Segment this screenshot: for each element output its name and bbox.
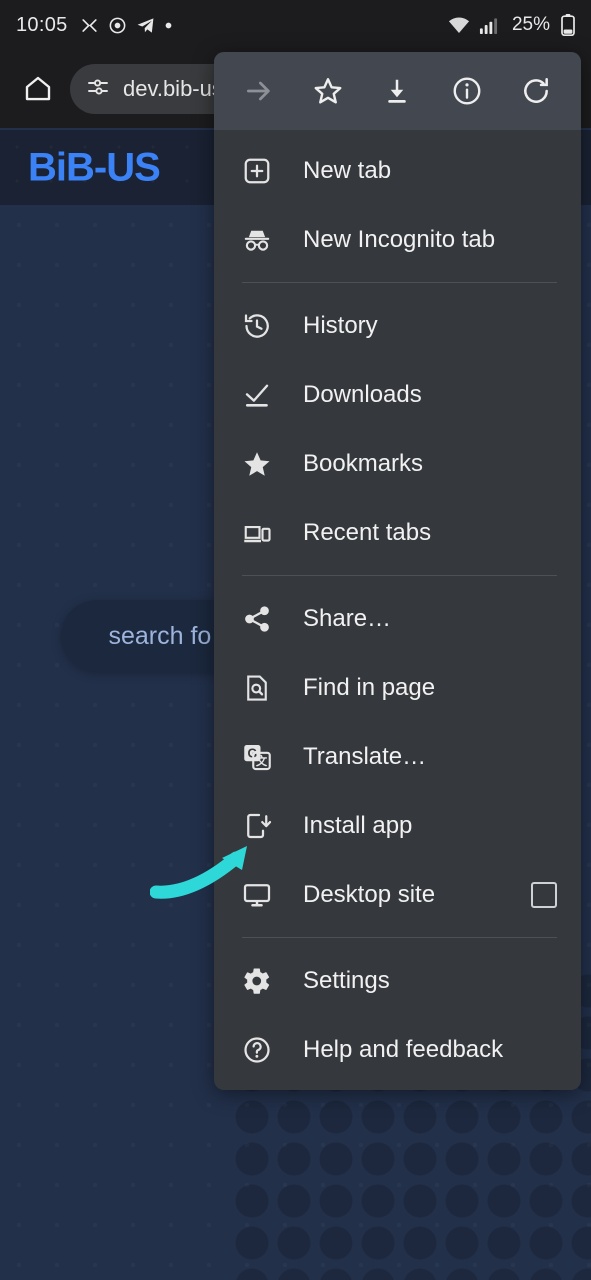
battery-icon [561, 14, 575, 36]
menu-item-bookmarks[interactable]: Bookmarks [214, 429, 581, 498]
url-text: dev.bib-us [123, 76, 223, 101]
menu-item-settings[interactable]: Settings [214, 946, 581, 1015]
status-bar: 10:05 25% [0, 0, 591, 50]
menu-item-label: Desktop site [303, 880, 436, 908]
bookmark-button[interactable] [302, 65, 354, 117]
menu-item-label: Find in page [303, 673, 436, 701]
wifi-icon [448, 16, 470, 35]
menu-item-recent-tabs[interactable]: Recent tabs [214, 498, 581, 567]
menu-item-label: Downloads [303, 380, 422, 408]
cellular-signal-icon [479, 16, 498, 35]
menu-item-share[interactable]: Share… [214, 584, 581, 653]
new-tab-icon [242, 156, 282, 186]
menu-item-new-incognito-tab[interactable]: New Incognito tab [214, 205, 581, 274]
star-filled-icon [242, 449, 282, 479]
missed-call-icon [80, 16, 99, 35]
tune-icon[interactable] [86, 75, 110, 104]
menu-item-label: Translate… [303, 742, 427, 770]
translate-icon: G 文 [242, 742, 282, 772]
history-icon [242, 311, 282, 341]
download-button[interactable] [371, 65, 423, 117]
svg-text:文: 文 [256, 754, 268, 768]
share-icon [242, 604, 282, 634]
search-placeholder: search fo [108, 621, 212, 650]
menu-item-downloads[interactable]: Downloads [214, 360, 581, 429]
telegram-icon [136, 16, 155, 35]
downloads-icon [242, 380, 282, 410]
desktop-icon [242, 880, 282, 910]
clock-alarm-icon [108, 16, 127, 35]
gear-icon [242, 966, 282, 996]
menu-quick-actions [214, 52, 581, 130]
menu-item-label: Recent tabs [303, 518, 432, 546]
battery-percent: 25% [511, 14, 550, 35]
site-logo[interactable]: BiB-US [28, 145, 161, 190]
incognito-icon [242, 225, 282, 255]
menu-item-label: Install app [303, 811, 413, 839]
menu-item-install-app[interactable]: Install app [214, 791, 581, 860]
menu-item-label: Help and feedback [303, 1035, 504, 1063]
status-clock: 10:05 [16, 13, 68, 36]
menu-item-translate[interactable]: G 文 Translate… [214, 722, 581, 791]
menu-item-label: Settings [303, 966, 390, 994]
menu-item-desktop-site[interactable]: Desktop site [214, 860, 581, 929]
menu-item-help-and-feedback[interactable]: Help and feedback [214, 1015, 581, 1084]
dot-icon [164, 21, 173, 30]
find-in-page-icon [242, 673, 282, 703]
help-circle-icon [242, 1035, 282, 1065]
menu-item-new-tab[interactable]: New tab [214, 136, 581, 205]
menu-item-label: New tab [303, 156, 392, 184]
menu-item-label: Bookmarks [303, 449, 424, 477]
desktop-site-checkbox[interactable] [531, 881, 557, 908]
menu-item-label: History [303, 311, 378, 339]
home-icon[interactable] [14, 65, 62, 113]
menu-items-list: New tab New Incognito tab History Downlo… [214, 130, 581, 1084]
menu-separator [242, 937, 557, 938]
reload-button[interactable] [510, 65, 562, 117]
menu-item-find-in-page[interactable]: Find in page [214, 653, 581, 722]
forward-button[interactable] [233, 65, 285, 117]
install-app-icon [242, 811, 282, 841]
page-info-button[interactable] [441, 65, 493, 117]
menu-item-history[interactable]: History [214, 291, 581, 360]
browser-overflow-menu: New tab New Incognito tab History Downlo… [214, 52, 581, 1090]
menu-item-label: New Incognito tab [303, 225, 496, 253]
recent-tabs-icon [242, 518, 282, 548]
menu-separator [242, 282, 557, 283]
menu-separator [242, 575, 557, 576]
menu-item-label: Share… [303, 604, 392, 632]
